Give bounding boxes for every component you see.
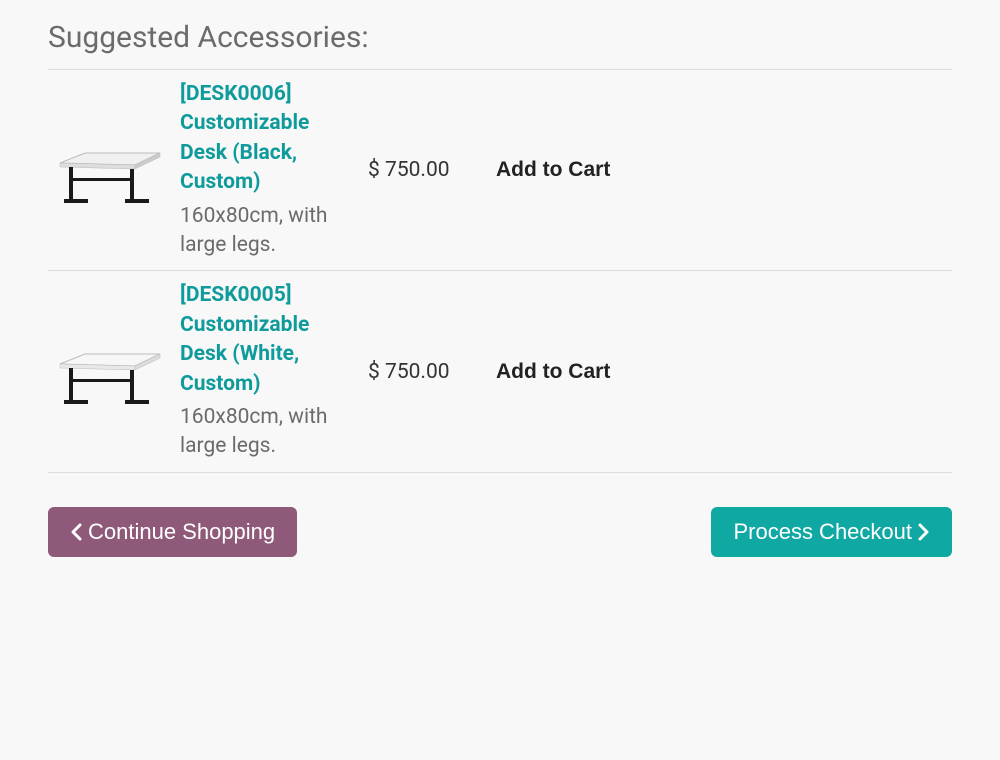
product-thumbnail	[48, 334, 172, 409]
table-row: [DESK0005] Customizable Desk (White, Cus…	[48, 271, 952, 472]
chevron-left-icon	[70, 523, 82, 541]
footer-buttons: Continue Shopping Process Checkout	[48, 507, 952, 557]
desk-icon	[55, 133, 165, 208]
product-description: 160x80cm, with large legs.	[180, 202, 358, 261]
continue-shopping-label: Continue Shopping	[88, 519, 275, 545]
chevron-right-icon	[918, 523, 930, 541]
add-to-cart-button[interactable]: Add to Cart	[496, 360, 610, 384]
product-description: 160x80cm, with large legs.	[180, 403, 358, 462]
table-row: [DESK0006] Customizable Desk (Black, Cus…	[48, 70, 952, 271]
process-checkout-label: Process Checkout	[733, 519, 912, 545]
product-price: $ 750.00	[362, 158, 482, 182]
section-title: Suggested Accessories:	[48, 20, 952, 55]
product-info: [DESK0005] Customizable Desk (White, Cus…	[172, 281, 362, 461]
product-thumbnail	[48, 133, 172, 208]
add-to-cart-button[interactable]: Add to Cart	[496, 158, 610, 182]
desk-icon	[55, 334, 165, 409]
product-price: $ 750.00	[362, 360, 482, 384]
accessories-table: [DESK0006] Customizable Desk (Black, Cus…	[48, 69, 952, 473]
process-checkout-button[interactable]: Process Checkout	[711, 507, 952, 557]
product-name-link[interactable]: [DESK0006] Customizable Desk (Black, Cus…	[180, 80, 358, 198]
product-name-link[interactable]: [DESK0005] Customizable Desk (White, Cus…	[180, 281, 358, 399]
continue-shopping-button[interactable]: Continue Shopping	[48, 507, 297, 557]
product-info: [DESK0006] Customizable Desk (Black, Cus…	[172, 80, 362, 260]
